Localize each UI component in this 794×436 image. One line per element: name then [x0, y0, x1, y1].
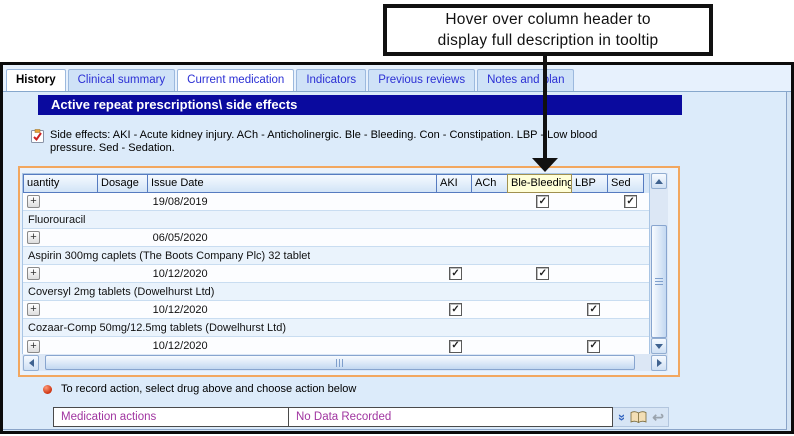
vertical-scrollbar[interactable] — [650, 173, 668, 354]
thumb-grip-icon — [655, 278, 663, 286]
thumb-grip-icon — [336, 359, 344, 367]
column-header-ach[interactable]: ACh — [471, 174, 508, 193]
column-header-quantity[interactable]: uantity — [23, 174, 98, 193]
vertical-scroll-thumb[interactable] — [651, 225, 667, 338]
column-header-lbp[interactable]: LBP — [571, 174, 608, 193]
drug-name-row[interactable]: Fluorouracil — [23, 211, 649, 229]
issue-date-cell: 10/12/2020 — [149, 340, 208, 352]
medication-table-panel: uantity Dosage Issue Date AKI ACh Ble-Bl… — [18, 166, 680, 377]
red-bullet-icon — [43, 385, 52, 394]
column-header-issue-date[interactable]: Issue Date — [147, 174, 437, 193]
table-row-issue[interactable]: + 10/12/2020 ✓ ✓ ✓ ✓ ✓ — [23, 301, 649, 319]
instruction-line: To record action, select drug above and … — [43, 383, 356, 395]
column-header-dosage[interactable]: Dosage — [97, 174, 148, 193]
tab-indicators[interactable]: Indicators — [296, 69, 366, 91]
tab-history[interactable]: History — [6, 69, 66, 91]
tab-current-medication[interactable]: Current medication — [177, 69, 294, 91]
table-row-issue[interactable]: + 19/08/2019 ✓ ✓ ✓ ✓ ✓ — [23, 193, 649, 211]
checkbox-checked[interactable]: ✓ — [624, 195, 637, 208]
triangle-right-icon — [657, 359, 662, 367]
medication-actions-value[interactable]: No Data Recorded — [288, 407, 613, 427]
table-row-issue[interactable]: + 06/05/2020 ✓ ✓ ✓ ✓ ✓ — [23, 229, 649, 247]
annotation-arrow-head-icon — [532, 158, 558, 172]
issue-date-cell: 10/12/2020 — [149, 304, 208, 316]
screenshot-page: Hover over column header to display full… — [0, 0, 794, 436]
annotation-arrow-line — [543, 56, 547, 159]
drug-name-row[interactable]: Cozaar-Comp 50mg/12.5mg tablets (Dowelhu… — [23, 319, 649, 337]
instruction-text: To record action, select drug above and … — [61, 383, 356, 395]
callout-text-line2: display full description in tooltip — [438, 30, 659, 51]
scroll-up-button[interactable] — [651, 173, 667, 189]
checkbox-checked[interactable]: ✓ — [449, 267, 462, 280]
horizontal-scroll-thumb[interactable] — [45, 355, 635, 370]
drug-name-row[interactable]: Aspirin 300mg caplets (The Boots Company… — [23, 247, 649, 265]
tab-previous-reviews[interactable]: Previous reviews — [368, 69, 475, 91]
drug-name: Cozaar-Comp 50mg/12.5mg tablets (Dowelhu… — [23, 322, 286, 334]
column-header-ble-bleeding[interactable]: Ble-Bleeding — [507, 174, 572, 193]
checkbox-checked[interactable]: ✓ — [449, 340, 462, 353]
triangle-left-icon — [29, 359, 34, 367]
expand-button[interactable]: + — [27, 231, 40, 244]
tab-notes-and-plan[interactable]: Notes and plan — [477, 69, 574, 91]
scroll-left-button[interactable] — [23, 355, 39, 371]
reply-arrow-icon[interactable]: ↩ — [652, 410, 664, 424]
section-title-bar: Active repeat prescriptions\ side effect… — [38, 95, 682, 115]
issue-date-cell: 10/12/2020 — [149, 268, 208, 280]
content-area: Active repeat prescriptions\ side effect… — [3, 92, 787, 430]
checkbox-checked[interactable]: ✓ — [587, 340, 600, 353]
tab-strip: History Clinical summary Current medicat… — [3, 65, 791, 92]
expand-button[interactable]: + — [27, 303, 40, 316]
column-header-sed[interactable]: Sed — [607, 174, 644, 193]
expand-button[interactable]: + — [27, 195, 40, 208]
horizontal-scrollbar[interactable] — [22, 354, 668, 371]
scroll-down-button[interactable] — [651, 338, 667, 354]
icon-tray: « ↩ — [613, 407, 669, 427]
checkbox-checked[interactable]: ✓ — [587, 303, 600, 316]
drug-name: Fluorouracil — [23, 214, 85, 226]
column-header-aki[interactable]: AKI — [436, 174, 472, 193]
expand-button[interactable]: + — [27, 340, 40, 353]
scroll-right-button[interactable] — [651, 355, 667, 371]
checkbox-checked[interactable]: ✓ — [536, 267, 549, 280]
chevron-double-down-icon[interactable]: « — [613, 413, 628, 420]
checkbox-checked[interactable]: ✓ — [449, 303, 462, 316]
issue-date-cell: 19/08/2019 — [149, 196, 208, 208]
side-effects-legend-text: Side effects: AKI - Acute kidney injury.… — [50, 129, 628, 155]
side-effects-legend: Side effects: AKI - Acute kidney injury.… — [30, 129, 628, 155]
expand-button[interactable]: + — [27, 267, 40, 280]
medication-actions-bar[interactable]: Medication actions No Data Recorded « ↩ — [53, 407, 669, 427]
table-header-row: uantity Dosage Issue Date AKI ACh Ble-Bl… — [23, 174, 649, 193]
table-row-issue[interactable]: + 10/12/2020 ✓ ✓ ✓ ✓ ✓ — [23, 265, 649, 283]
medication-actions-label[interactable]: Medication actions — [53, 407, 288, 427]
annotation-callout: Hover over column header to display full… — [383, 4, 713, 56]
callout-text-line1: Hover over column header to — [445, 9, 650, 30]
issue-date-cell: 06/05/2020 — [149, 232, 208, 244]
checkbox-checked[interactable]: ✓ — [536, 195, 549, 208]
application-window: History Clinical summary Current medicat… — [0, 62, 794, 434]
tab-clinical-summary[interactable]: Clinical summary — [68, 69, 176, 91]
drug-name-row[interactable]: Coversyl 2mg tablets (Dowelhurst Ltd) — [23, 283, 649, 301]
table-row-issue[interactable]: + 10/12/2020 ✓ ✓ ✓ ✓ ✓ — [23, 337, 649, 355]
book-icon[interactable] — [630, 411, 647, 424]
drug-name: Aspirin 300mg caplets (The Boots Company… — [23, 250, 310, 262]
side-effects-note-icon — [30, 129, 45, 144]
drug-name: Coversyl 2mg tablets (Dowelhurst Ltd) — [23, 286, 214, 298]
triangle-up-icon — [655, 179, 663, 184]
medication-table: uantity Dosage Issue Date AKI ACh Ble-Bl… — [22, 173, 650, 356]
triangle-down-icon — [655, 344, 663, 349]
